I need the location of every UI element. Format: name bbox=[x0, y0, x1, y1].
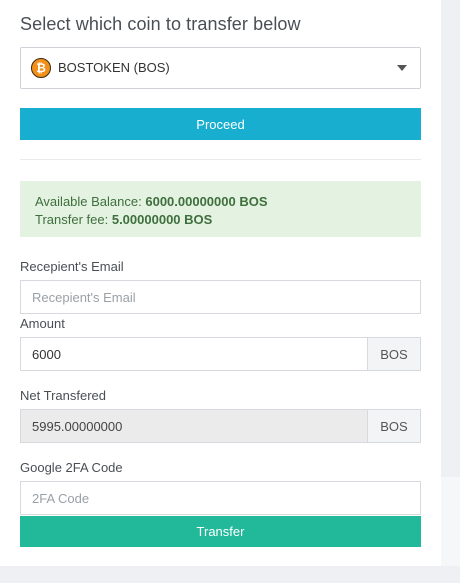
bottom-gutter bbox=[0, 566, 460, 583]
available-balance-unit: BOS bbox=[239, 194, 268, 209]
email-label: Recepient's Email bbox=[20, 259, 124, 274]
amount-label: Amount bbox=[20, 316, 65, 331]
net-transfered-group: BOS bbox=[20, 409, 421, 443]
email-field[interactable] bbox=[20, 280, 421, 314]
amount-unit-addon: BOS bbox=[367, 337, 421, 371]
transfer-fee-line: Transfer fee: 5.00000000 BOS bbox=[35, 211, 406, 229]
chevron-down-icon[interactable] bbox=[397, 65, 407, 71]
transfer-fee-label: Transfer fee: bbox=[35, 212, 109, 227]
balance-alert: Available Balance: 6000.00000000 BOS Tra… bbox=[20, 181, 421, 237]
available-balance-line: Available Balance: 6000.00000000 BOS bbox=[35, 193, 406, 211]
net-transfered-label: Net Transfered bbox=[20, 388, 106, 403]
twofa-field[interactable] bbox=[20, 481, 421, 515]
page-title: Select which coin to transfer below bbox=[20, 14, 301, 34]
net-transfered-field bbox=[20, 409, 368, 443]
coin-select-value: BOSTOKEN (BOS) bbox=[58, 60, 170, 75]
net-unit-addon: BOS bbox=[367, 409, 421, 443]
transfer-fee-value: 5.00000000 BOS bbox=[111, 212, 213, 227]
transfer-button[interactable]: Transfer bbox=[20, 516, 421, 547]
bitcoin-icon: ₿ bbox=[31, 58, 51, 78]
amount-field[interactable] bbox=[20, 337, 368, 371]
divider bbox=[20, 159, 421, 160]
available-balance-value: 6000.00000000 bbox=[145, 194, 236, 209]
available-balance-label: Available Balance: bbox=[35, 194, 142, 209]
amount-group: BOS bbox=[20, 337, 421, 371]
proceed-button[interactable]: Proceed bbox=[20, 108, 421, 140]
coin-select[interactable]: ₿ BOSTOKEN (BOS) bbox=[20, 47, 421, 89]
twofa-label: Google 2FA Code bbox=[20, 460, 123, 475]
